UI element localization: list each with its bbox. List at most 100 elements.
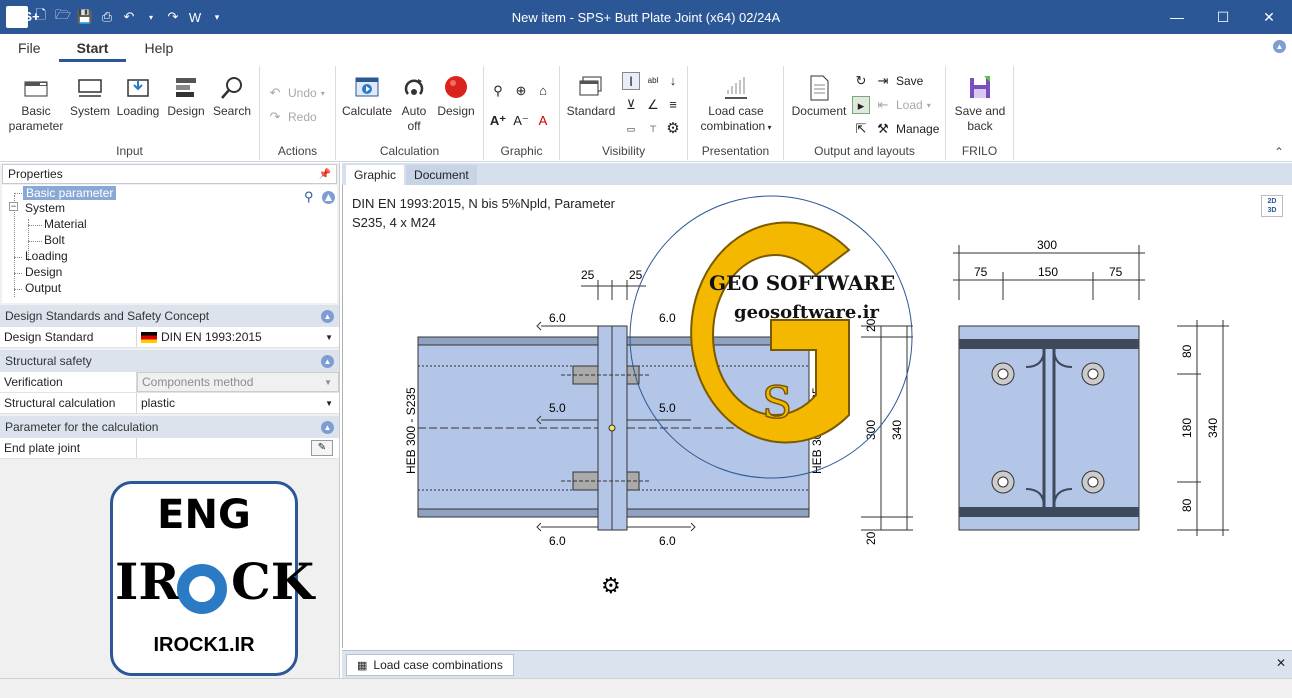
redo-ribbon-icon: ↷ bbox=[269, 109, 281, 124]
tree-search-icon[interactable]: ⚲ bbox=[304, 189, 314, 205]
bottom-close-button[interactable]: ✕ bbox=[1276, 656, 1286, 670]
tree-item-basic-parameter[interactable]: Basic parameter bbox=[23, 186, 117, 200]
qat-customize-icon[interactable]: ▾ bbox=[208, 12, 226, 23]
save-and-back-label: Save and back bbox=[954, 104, 1006, 133]
new-file-icon[interactable]: 🗋 bbox=[32, 6, 50, 28]
structural-calculation-value: plastic bbox=[141, 395, 176, 410]
tree-item-output[interactable]: Output bbox=[25, 281, 61, 295]
weld-icon[interactable]: ⊻ bbox=[622, 96, 640, 114]
ribbon-collapse-icon[interactable]: ⌃ bbox=[1274, 145, 1284, 159]
front-dim-300: 300 bbox=[1037, 238, 1057, 252]
load-case-combination-button[interactable]: Load case combination ▾ bbox=[692, 74, 780, 135]
design-standard-select[interactable]: DIN EN 1993:2015 ▼ bbox=[137, 327, 339, 347]
edit-icon[interactable]: ✎ bbox=[311, 440, 333, 456]
section-design-standards-collapse-icon[interactable]: ▲ bbox=[321, 309, 334, 323]
ruler-icon[interactable]: ▭ bbox=[622, 120, 640, 138]
dropdown-arrow-icon[interactable]: ▼ bbox=[325, 327, 333, 348]
redo-button[interactable]: ↷ Redo bbox=[266, 108, 317, 126]
system-button[interactable]: System bbox=[66, 74, 114, 119]
load-layout-button[interactable]: ⇤ Load ▾ bbox=[874, 96, 931, 114]
font-decrease-icon[interactable]: A⁻ bbox=[512, 112, 530, 130]
refresh-icon[interactable]: ↻ bbox=[852, 72, 870, 90]
font-increase-icon[interactable]: A⁺ bbox=[489, 112, 507, 130]
design-calc-button[interactable]: Design bbox=[432, 74, 480, 119]
section-structural-safety[interactable]: Structural safety ▲ bbox=[0, 350, 339, 372]
tab-help[interactable]: Help bbox=[126, 40, 191, 62]
pin-icon[interactable]: 📌 bbox=[319, 169, 331, 180]
layout-icon[interactable]: ▸ bbox=[852, 96, 870, 114]
germany-flag-icon bbox=[141, 331, 157, 343]
app-logo[interactable]: SPS+ bbox=[6, 6, 40, 28]
open-folder-icon[interactable]: 🗁 bbox=[54, 6, 72, 28]
dropdown-icon[interactable]: ▾ bbox=[142, 13, 160, 22]
save-and-back-icon bbox=[970, 76, 990, 98]
load-layout-dropdown-icon: ▾ bbox=[926, 100, 931, 110]
label-visibility-icon[interactable]: abl bbox=[644, 72, 662, 90]
auto-off-button[interactable]: Auto off bbox=[396, 74, 432, 134]
export-icon[interactable]: ⇱ bbox=[852, 120, 870, 138]
dimension-icon[interactable]: Ⅰ bbox=[622, 72, 640, 90]
minimize-button[interactable]: — bbox=[1154, 0, 1200, 34]
calculate-button[interactable]: Calculate bbox=[340, 74, 394, 119]
weld-dim-bottom-left: 6.0 bbox=[549, 534, 566, 548]
section-structural-safety-collapse-icon[interactable]: ▲ bbox=[321, 354, 334, 368]
save-icon[interactable]: 💾 bbox=[76, 9, 94, 25]
standard-button[interactable]: Standard bbox=[564, 74, 618, 119]
load-case-combinations-tab[interactable]: ▦ Load case combinations bbox=[346, 654, 514, 676]
tree-expand-icon[interactable]: − bbox=[9, 202, 18, 211]
eng-watermark-line1: ENG bbox=[157, 492, 251, 538]
zoom-window-icon[interactable]: ⊕ bbox=[512, 82, 530, 100]
section-structural-safety-title: Structural safety bbox=[5, 354, 92, 368]
section-parameter-calc-collapse-icon[interactable]: ▲ bbox=[321, 420, 334, 434]
tab-start[interactable]: Start bbox=[58, 40, 127, 62]
redo-icon[interactable]: ↷ bbox=[164, 9, 182, 25]
section-design-standards[interactable]: Design Standards and Safety Concept ▲ bbox=[0, 305, 339, 327]
zoom-icon[interactable]: ⚲ bbox=[489, 82, 507, 100]
verification-key: Verification bbox=[0, 372, 137, 392]
loading-button[interactable]: Loading bbox=[114, 74, 162, 119]
search-button[interactable]: Search bbox=[208, 74, 256, 119]
close-button[interactable]: ✕ bbox=[1246, 0, 1292, 34]
undo-icon[interactable]: ↶ bbox=[120, 9, 138, 25]
print-icon[interactable]: ⎙ bbox=[98, 9, 116, 25]
manage-layout-button[interactable]: ⚒ Manage bbox=[874, 120, 939, 138]
save-layout-button[interactable]: ⇥ Save bbox=[874, 72, 924, 90]
home-view-icon[interactable]: ⌂ bbox=[534, 82, 552, 100]
loading-icon bbox=[127, 79, 149, 97]
layers-icon[interactable]: ≡ bbox=[664, 96, 682, 114]
document-button[interactable]: Document bbox=[788, 74, 850, 119]
tree-item-bolt[interactable]: Bolt bbox=[44, 233, 65, 247]
eng-watermark-line2-right: CK bbox=[231, 552, 315, 611]
graphic-canvas[interactable]: DIN EN 1993:2015, N bis 5%Npld, Paramete… bbox=[342, 185, 1292, 648]
axes-icon[interactable]: ⊤ bbox=[644, 120, 662, 138]
tree-collapse-icon[interactable]: ▲ bbox=[322, 191, 335, 204]
tree-item-material[interactable]: Material bbox=[44, 217, 87, 231]
tab-document[interactable]: Document bbox=[406, 165, 477, 185]
undo-button[interactable]: ↶ Undo ▾ bbox=[266, 84, 325, 102]
font-format-icon[interactable]: A bbox=[534, 112, 552, 130]
ribbon: Basic parameter System Loading Design Se… bbox=[0, 62, 1292, 162]
save-layout-label: Save bbox=[896, 74, 924, 88]
section-parameter-calc[interactable]: Parameter for the calculation ▲ bbox=[0, 416, 339, 438]
word-export-button[interactable]: W bbox=[186, 10, 204, 25]
tree-item-loading[interactable]: Loading bbox=[25, 249, 68, 263]
standard-view-icon bbox=[579, 76, 602, 96]
save-and-back-button[interactable]: Save and back bbox=[950, 74, 1010, 134]
tree-item-design[interactable]: Design bbox=[25, 265, 62, 279]
basic-parameter-button[interactable]: Basic parameter bbox=[8, 74, 64, 134]
angle-icon[interactable]: ∠ bbox=[644, 96, 662, 114]
eng-watermark-ring-icon bbox=[177, 564, 227, 614]
help-collapse-icon[interactable]: ▲ bbox=[1273, 40, 1286, 53]
canvas-gear-icon[interactable]: ⚙ bbox=[601, 573, 621, 598]
tree-item-system[interactable]: System bbox=[25, 201, 65, 215]
end-plate-front bbox=[958, 325, 1140, 531]
tab-file[interactable]: File bbox=[0, 40, 59, 62]
load-arrow-icon[interactable]: ↓ bbox=[664, 72, 682, 90]
structural-calculation-dropdown-icon[interactable]: ▼ bbox=[325, 393, 333, 414]
maximize-button[interactable]: ☐ bbox=[1200, 0, 1246, 34]
settings-gear-icon[interactable]: ⚙ bbox=[664, 120, 682, 138]
design-input-button[interactable]: Design bbox=[162, 74, 210, 119]
end-plate-joint-field[interactable]: ✎ bbox=[137, 438, 339, 458]
structural-calculation-select[interactable]: plastic ▼ bbox=[137, 393, 339, 413]
tab-graphic[interactable]: Graphic bbox=[346, 165, 405, 185]
